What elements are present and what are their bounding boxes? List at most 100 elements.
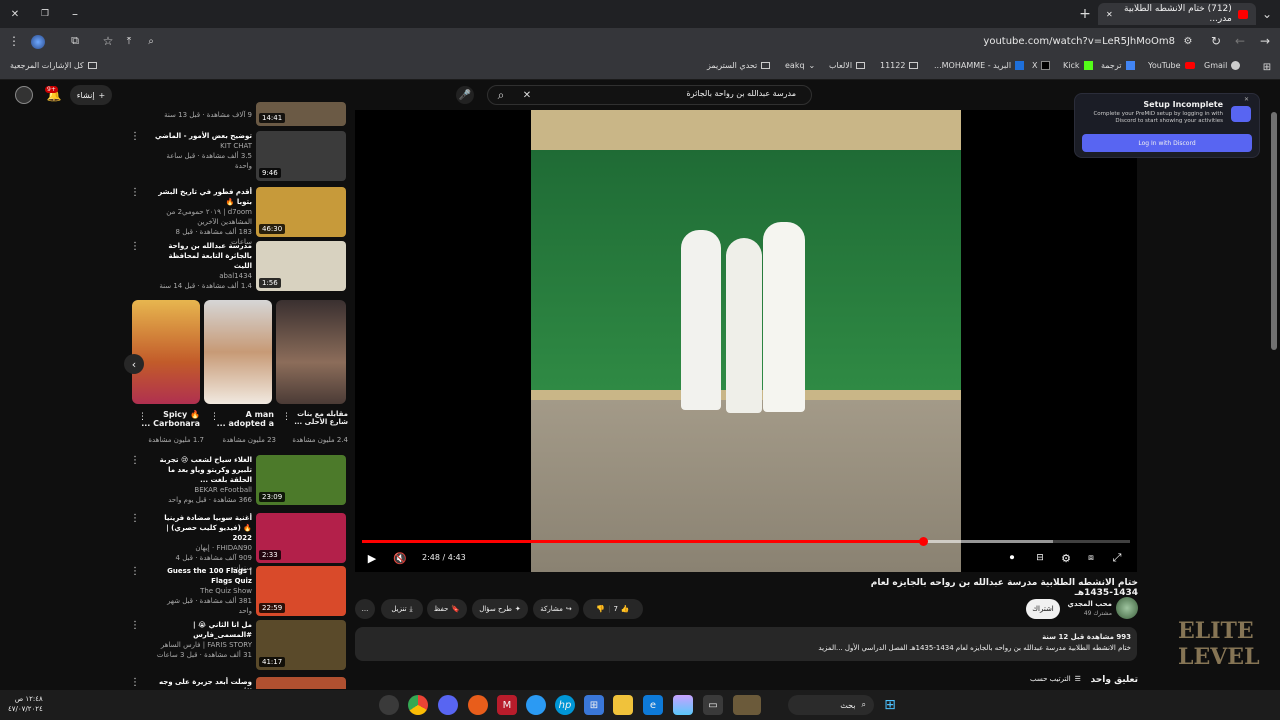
chrome-icon[interactable]	[408, 695, 428, 715]
bookmark-translate[interactable]: ترجمة	[1101, 61, 1135, 70]
user-avatar[interactable]	[15, 86, 33, 104]
like-icon[interactable]: 👍	[621, 605, 630, 613]
video-thumbnail[interactable]: 9:46	[256, 131, 346, 181]
video-title[interactable]: مدرسة عبدالله بن رواحة بالجاثرة التابعة …	[154, 241, 252, 271]
hp-icon[interactable]: hp	[555, 695, 575, 715]
bookmark-eakq[interactable]: ⌄ eakq	[785, 61, 815, 70]
search-icon[interactable]: ⌕	[492, 86, 510, 104]
file-explorer-icon[interactable]	[613, 695, 633, 715]
bookmark-youtube[interactable]: YouTube	[1148, 61, 1195, 70]
more-actions-button[interactable]: ...	[355, 599, 375, 619]
extensions-icon[interactable]: ⧉	[66, 32, 84, 50]
zoom-icon[interactable]: ⌕	[142, 32, 160, 50]
apps-grid-icon[interactable]: ⊞	[1258, 58, 1276, 76]
clear-search-icon[interactable]: ✕	[518, 86, 536, 104]
video-thumbnail[interactable]: 22:59	[256, 566, 346, 616]
reload-icon[interactable]: ↻	[1207, 32, 1225, 50]
related-video-item[interactable]: 1:56 مدرسة عبدالله بن رواحة بالجاثرة الت…	[130, 241, 350, 293]
short-thumb-monkey[interactable]	[204, 300, 272, 404]
forward-icon[interactable]: ←	[1231, 32, 1249, 50]
short-kebab-icon[interactable]: ⋮	[282, 412, 291, 422]
profile-avatar[interactable]	[31, 35, 45, 49]
video-title[interactable]: أغنية سوبيا صضادة فرينيا 🔥 (فيديو كليب ح…	[154, 513, 252, 543]
store-icon[interactable]: ⊞	[584, 695, 604, 715]
kebab-menu-icon[interactable]: ⋮	[130, 677, 140, 688]
video-thumbnail[interactable]: 2:33	[256, 513, 346, 563]
taskbar-search[interactable]: بحث ⌕	[788, 695, 874, 715]
dislike-icon[interactable]: 👎	[596, 605, 605, 613]
channel-avatar[interactable]	[1116, 597, 1138, 619]
shelf-scroll-left-icon[interactable]: ‹	[124, 354, 144, 374]
channel-name[interactable]: FARIS STORY | فارس الساهر	[154, 640, 252, 650]
edge-icon[interactable]: e	[643, 695, 663, 715]
save-button[interactable]: حفظ 🔖	[427, 599, 467, 619]
channel-name[interactable]: abal1434	[154, 271, 252, 281]
related-video-item[interactable]: 41:17 مل انا الثاني 😭 | #المسمى_فارس FARI…	[130, 620, 350, 672]
video-thumbnail[interactable]: 46:30	[256, 187, 346, 237]
video-thumbnail[interactable]: 23:09	[256, 455, 346, 505]
address-bar[interactable]: youtube.com/watch?v=LeR5JhMoOm8	[200, 36, 1175, 47]
play-button[interactable]: ▶	[363, 550, 381, 566]
comments-sort-button[interactable]: ☰ الترتيب حسب	[1030, 675, 1081, 683]
subtitles-icon[interactable]: ⊟	[1031, 550, 1049, 566]
channel-name[interactable]: محب المجدي	[1062, 600, 1112, 608]
related-video-item[interactable]: 2:33 أغنية سوبيا صضادة فرينيا 🔥 (فيديو ك…	[130, 513, 350, 572]
task-view-icon[interactable]: ▭	[703, 695, 723, 715]
window-minimize-icon[interactable]: –	[66, 5, 84, 23]
kebab-menu-icon[interactable]: ⋮	[130, 187, 140, 198]
widgets-icon[interactable]	[733, 695, 761, 715]
ask-button[interactable]: طرح سؤال ✦	[472, 599, 528, 619]
settings-gear-icon[interactable]: ⚙	[1057, 550, 1075, 566]
short-kebab-icon[interactable]: ⋮	[138, 412, 147, 422]
video-title[interactable]: الغلاء سياح لشعب 😢 تجربة تلبيرو وكريتو و…	[154, 455, 252, 485]
short-thumb-interview[interactable]	[276, 300, 346, 404]
page-scrollbar-thumb[interactable]	[1271, 112, 1277, 350]
related-video-item[interactable]: 23:09 الغلاء سياح لشعب 😢 تجربة تلبيرو وك…	[130, 455, 350, 507]
create-button[interactable]: إنشاء +	[70, 85, 112, 105]
subscribe-button[interactable]: اشتراك	[1026, 599, 1060, 619]
search-input[interactable]: مدرسة عبدالله بن رواحة بالجاثرة	[540, 89, 796, 98]
browser-tab-active[interactable]: (712) ختام الانشطه الطلابية مدر... ✕	[1098, 3, 1256, 25]
short-title[interactable]: A man adopted a ...	[210, 410, 274, 428]
video-thumbnail[interactable]: 1:56	[256, 241, 346, 291]
new-tab-button[interactable]: +	[1076, 5, 1094, 23]
back-icon[interactable]: →	[1256, 32, 1274, 50]
channel-name[interactable]: FHIDAN90 · إيهان	[154, 543, 252, 553]
download-button[interactable]: تنزيل ⤓	[381, 599, 423, 619]
kebab-menu-icon[interactable]: ⋮	[130, 131, 140, 142]
video-thumbnail[interactable]: 41:17	[256, 620, 346, 670]
kebab-menu-icon[interactable]: ⋮	[130, 513, 140, 524]
all-bookmarks[interactable]: كل الإشارات المرجعية	[10, 61, 97, 70]
menu-kebab-icon[interactable]: ⋮	[5, 32, 23, 50]
video-title[interactable]: Guess the 100 Flags | Flags Quiz	[154, 566, 252, 586]
taskbar-clock[interactable]: ١٢:٤٨ ص ٤٧/٠٧/٢٠٢٤	[8, 694, 43, 714]
channel-name[interactable]: The Quiz Show	[154, 586, 252, 596]
progress-scrubber[interactable]	[918, 537, 928, 546]
windows-start-icon[interactable]: ⊞	[880, 695, 900, 715]
app-icon[interactable]	[468, 695, 488, 715]
video-title[interactable]: وصلت أبعد جزيرة على وجه الأرض...	[154, 677, 252, 689]
video-thumbnail[interactable]: 14:41	[256, 102, 346, 126]
related-video-item[interactable]: وصلت أبعد جزيرة على وجه الأرض... ⋮	[130, 677, 350, 689]
miniplayer-icon[interactable]: ⧈	[1082, 550, 1100, 566]
bookmark-folder-games[interactable]: الالعاب	[829, 61, 866, 70]
progress-track[interactable]	[362, 537, 1130, 546]
share-button[interactable]: مشاركة ↪	[533, 599, 579, 619]
channel-name[interactable]: BEKAR eFootball	[154, 485, 252, 495]
kebab-menu-icon[interactable]: ⋮	[130, 241, 140, 252]
bookmark-x[interactable]: X	[1032, 61, 1051, 70]
short-title[interactable]: مقابله مع بنات شارع الأحلى ...	[286, 410, 348, 426]
bookmark-kick[interactable]: Kick	[1063, 61, 1093, 70]
short-kebab-icon[interactable]: ⋮	[210, 412, 219, 422]
fullscreen-icon[interactable]: ⤢	[1108, 550, 1126, 566]
bookmark-star-icon[interactable]: ☆	[99, 32, 117, 50]
bookmark-gmail[interactable]: Gmail	[1204, 61, 1241, 70]
discord-icon[interactable]	[438, 695, 458, 715]
channel-name[interactable]: KIT CHAT	[154, 141, 252, 151]
video-frame[interactable]	[531, 110, 961, 572]
tab-close-icon[interactable]: ✕	[1106, 10, 1113, 19]
app-icon[interactable]	[526, 695, 546, 715]
window-close-icon[interactable]: ✕	[6, 5, 24, 23]
kebab-menu-icon[interactable]: ⋮	[130, 455, 140, 466]
video-title[interactable]: أقدم فطور في تاريخ البشر بتوبا 🔥	[154, 187, 252, 207]
